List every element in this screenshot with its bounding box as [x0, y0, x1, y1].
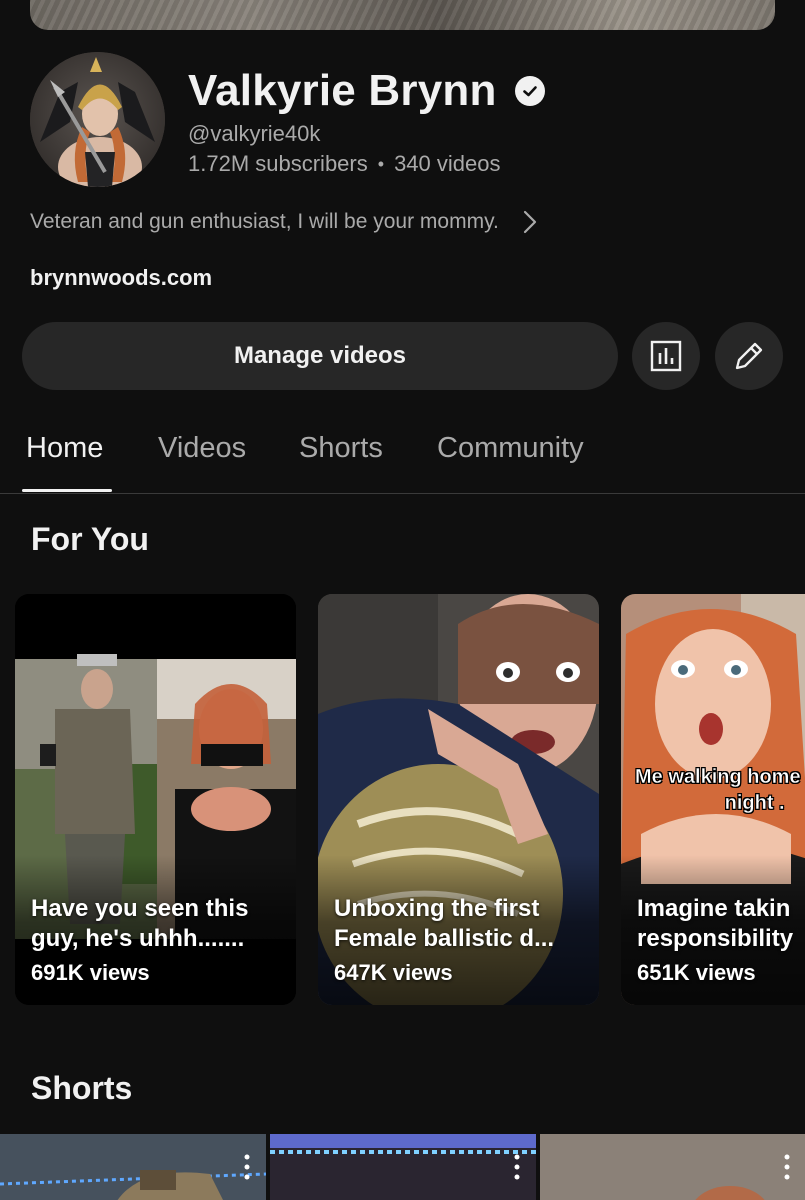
- video-views: 651K views: [637, 960, 756, 985]
- video-title: Unboxing the first Female ballistic d...: [334, 895, 555, 952]
- short-thumbnail: [0, 1134, 266, 1200]
- stats-separator: •: [377, 153, 385, 174]
- channel-avatar[interactable]: [30, 52, 165, 187]
- short-card[interactable]: [540, 1134, 805, 1200]
- caption-line: Me walking home: [635, 766, 801, 788]
- video-views: 647K views: [334, 960, 453, 985]
- tab-home[interactable]: Home: [26, 432, 103, 465]
- tab-videos[interactable]: Videos: [158, 432, 246, 465]
- subscriber-count: 1.72M subscribers: [188, 151, 368, 176]
- channel-stats: 1.72M subscribers • 340 videos: [188, 151, 500, 177]
- tab-shorts[interactable]: Shorts: [299, 432, 383, 465]
- for-you-heading: For You: [31, 521, 149, 557]
- channel-description[interactable]: Veteran and gun enthusiast, I will be yo…: [30, 209, 539, 235]
- video-views: 691K views: [31, 960, 150, 985]
- channel-link[interactable]: brynnwoods.com: [30, 265, 212, 291]
- more-vertical-icon[interactable]: [514, 1154, 520, 1180]
- more-vertical-icon[interactable]: [244, 1154, 250, 1180]
- edit-channel-button[interactable]: [715, 322, 783, 390]
- channel-name: Valkyrie Brynn: [188, 66, 497, 115]
- short-thumbnail: [540, 1134, 805, 1200]
- manage-videos-button[interactable]: Manage videos: [22, 322, 618, 390]
- more-vertical-icon[interactable]: [784, 1154, 790, 1180]
- analytics-button[interactable]: [632, 322, 700, 390]
- chevron-right-icon: [523, 210, 536, 234]
- description-text: Veteran and gun enthusiast, I will be yo…: [30, 210, 499, 233]
- short-thumbnail: [270, 1134, 536, 1200]
- video-card[interactable]: Me walking home night . Imagine takin re…: [621, 594, 805, 1005]
- check-badge-icon: [514, 76, 545, 106]
- tab-community[interactable]: Community: [437, 432, 584, 465]
- video-title: Imagine takin responsibility: [637, 895, 794, 952]
- pencil-icon: [735, 342, 763, 370]
- short-card[interactable]: [270, 1134, 536, 1200]
- channel-handle: @valkyrie40k: [188, 121, 321, 146]
- channel-tabs: Home Videos Shorts Community: [0, 420, 805, 494]
- video-count: 340 videos: [394, 151, 501, 176]
- active-tab-indicator: [22, 489, 112, 492]
- video-card[interactable]: Have you seen this guy, he's uhhh.......…: [15, 594, 296, 1005]
- video-caption-overlay: Me walking home night .: [635, 764, 801, 816]
- short-card[interactable]: [0, 1134, 266, 1200]
- video-title: Have you seen this guy, he's uhhh.......: [31, 895, 249, 952]
- channel-title-row: Valkyrie Brynn: [188, 66, 545, 116]
- shorts-heading: Shorts: [31, 1070, 133, 1106]
- channel-banner[interactable]: [30, 0, 775, 30]
- caption-line: night .: [724, 792, 785, 814]
- bar-chart-icon: [650, 340, 682, 372]
- video-card[interactable]: Unboxing the first Female ballistic d...…: [318, 594, 599, 1005]
